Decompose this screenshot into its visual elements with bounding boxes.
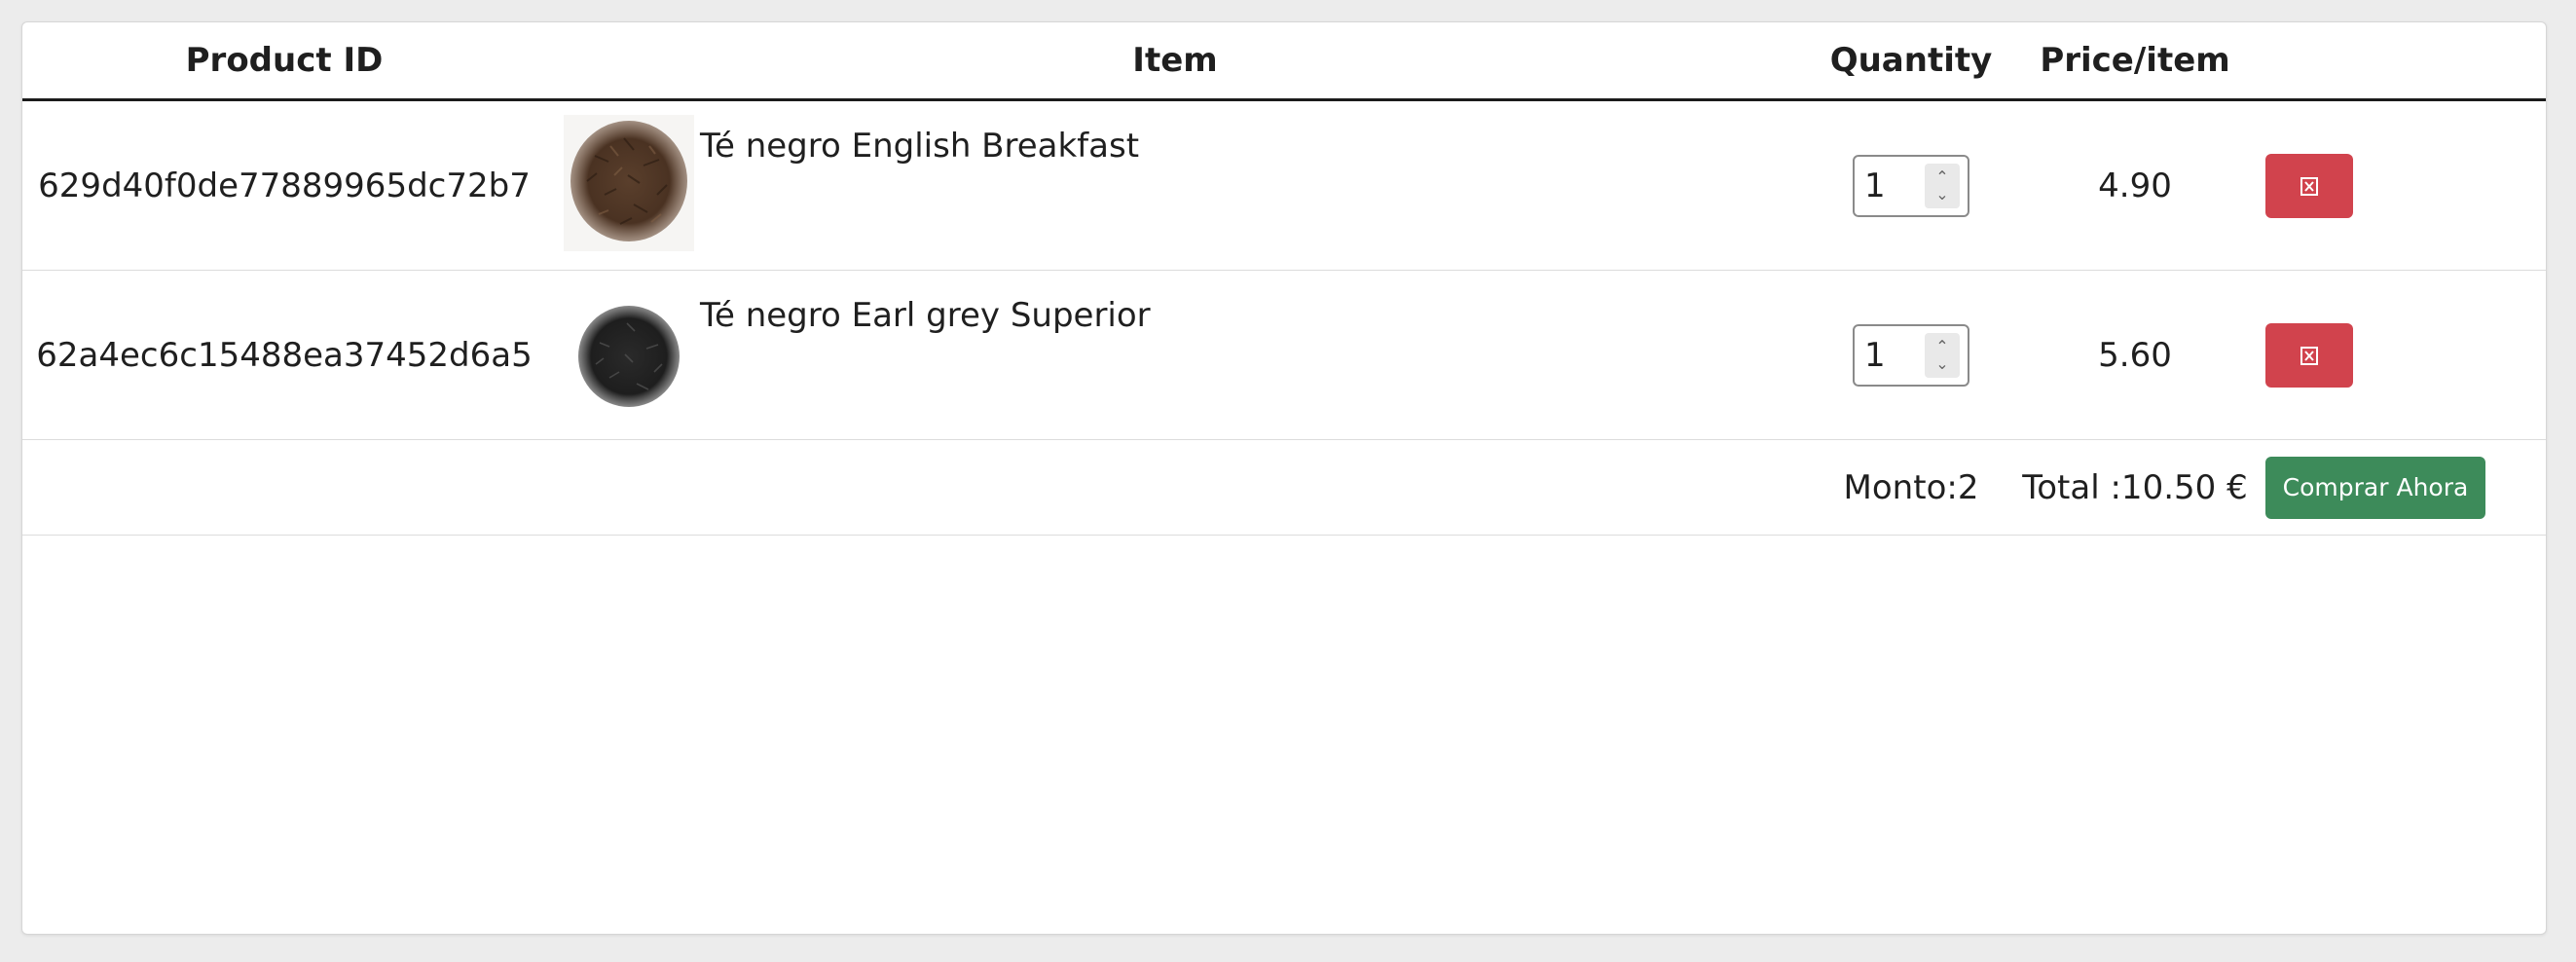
table-row: 629d40f0de77889965dc72b7 Té negro Englis… — [22, 99, 2546, 271]
delete-icon — [2300, 176, 2318, 196]
item-cell: Té negro English Breakfast — [546, 99, 1804, 271]
cart-table: Product ID Item Quantity Price/item 629d… — [22, 22, 2546, 536]
quantity-stepper[interactable]: 1 ⌃ ⌄ — [1853, 323, 1969, 387]
quantity-stepper[interactable]: 1 ⌃ ⌄ — [1853, 154, 1969, 217]
item-name: Té negro English Breakfast — [700, 127, 1140, 166]
product-image — [564, 115, 694, 251]
header-quantity: Quantity — [1804, 22, 2018, 101]
table-row: 62a4ec6c15488ea37452d6a5 Té negro Earl g… — [22, 270, 2546, 440]
stepper-arrows-icon[interactable]: ⌃ ⌄ — [1925, 163, 1960, 208]
header-actions — [2252, 22, 2546, 101]
quantity-cell: 1 ⌃ ⌄ — [1804, 99, 2018, 271]
header-product-id: Product ID — [22, 22, 546, 101]
header-price: Price/item — [2018, 22, 2252, 101]
delete-icon — [2300, 346, 2318, 365]
tea-leaves-black-icon — [578, 306, 680, 407]
delete-button[interactable] — [2265, 322, 2353, 388]
tea-leaves-brown-icon — [570, 121, 687, 241]
quantity-cell: 1 ⌃ ⌄ — [1804, 270, 2018, 440]
actions-cell — [2252, 270, 2546, 440]
product-id-cell: 62a4ec6c15488ea37452d6a5 — [22, 270, 546, 440]
item-name: Té negro Earl grey Superior — [700, 296, 1151, 335]
cart-card: Product ID Item Quantity Price/item 629d… — [21, 21, 2547, 935]
total-cell: Total :10.50 € — [2018, 439, 2252, 536]
delete-button[interactable] — [2265, 153, 2353, 218]
total-label: Total :10.50 € — [2022, 467, 2248, 507]
quantity-value: 1 — [1864, 335, 1886, 375]
actions-cell — [2252, 99, 2546, 271]
quantity-value: 1 — [1864, 166, 1886, 205]
stepper-arrows-icon[interactable]: ⌃ ⌄ — [1925, 332, 1960, 378]
header-item: Item — [546, 22, 1804, 101]
amount-label: Monto:2 — [1843, 467, 1979, 507]
price-cell: 4.90 — [2018, 99, 2252, 271]
product-id-cell: 629d40f0de77889965dc72b7 — [22, 99, 546, 271]
table-footer-row: Monto:2 Total :10.50 € Comprar Ahora — [22, 439, 2546, 536]
buy-now-button[interactable]: Comprar Ahora — [2265, 456, 2485, 519]
product-image — [564, 284, 694, 421]
price-cell: 5.60 — [2018, 270, 2252, 440]
table-header-row: Product ID Item Quantity Price/item — [22, 22, 2546, 101]
item-cell: Té negro Earl grey Superior — [546, 270, 1804, 440]
amount-count: Monto:2 — [1804, 439, 2018, 536]
